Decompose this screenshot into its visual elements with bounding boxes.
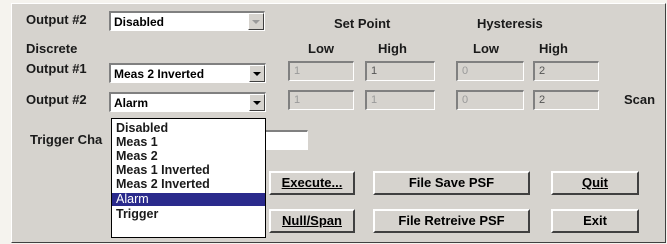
quit-button[interactable]: Quit [551, 171, 639, 195]
discrete-label: Discrete [26, 41, 78, 56]
dropdown-option-meas-1-inverted[interactable]: Meas 1 Inverted [112, 164, 265, 177]
file-save-psf-button[interactable]: File Save PSF [373, 171, 530, 195]
dropdown-option-meas-2[interactable]: Meas 2 [112, 150, 265, 163]
dropdown-option-meas-1[interactable]: Meas 1 [112, 136, 265, 149]
output2-setpoint-low-field[interactable]: 1 [288, 90, 354, 110]
exit-button[interactable]: Exit [551, 209, 639, 233]
output2-hysteresis-high-field[interactable]: 2 [533, 90, 599, 110]
file-save-psf-button-label: File Save PSF [408, 175, 495, 190]
output1-hysteresis-low-field[interactable]: 0 [456, 61, 524, 81]
file-retreive-psf-button[interactable]: File Retreive PSF [373, 209, 530, 233]
trigger-channel-label: Trigger Cha [30, 132, 103, 147]
chevron-down-icon [253, 72, 261, 76]
dropdown-option-disabled[interactable]: Disabled [112, 122, 265, 135]
output1-label: Output #1 [26, 61, 87, 76]
output1-setpoint-low-field[interactable]: 1 [288, 61, 354, 81]
output1-combo-dropdown-button[interactable] [249, 65, 265, 82]
dropdown-option-alarm[interactable]: Alarm [112, 193, 265, 206]
output1-hysteresis-high-field[interactable]: 2 [533, 61, 599, 81]
set-point-high-header: High [378, 41, 407, 56]
output2-top-combo-value: Disabled [114, 15, 165, 29]
output2-combo-value: Alarm [114, 96, 149, 110]
output2-top-label: Output #2 [26, 12, 87, 27]
execute-button[interactable]: Execute... [269, 171, 355, 195]
hysteresis-low-header: Low [473, 41, 499, 56]
execute-button-label: Execute... [281, 175, 343, 190]
output1-combo[interactable]: Meas 2 Inverted [109, 63, 266, 83]
output2-hysteresis-low-field[interactable]: 0 [456, 90, 524, 110]
output2-dropdown-list[interactable]: Disabled Meas 1 Meas 2 Meas 1 Inverted M… [111, 118, 266, 238]
set-point-heading: Set Point [334, 16, 391, 31]
hysteresis-high-header: High [539, 41, 568, 56]
null-span-button-label: Null/Span [282, 213, 342, 228]
hysteresis-heading: Hysteresis [477, 16, 543, 31]
output2-top-combo-dropdown-button[interactable] [248, 13, 264, 30]
output2-combo[interactable]: Alarm [109, 92, 266, 112]
quit-button-label: Quit [582, 175, 608, 190]
set-point-low-header: Low [308, 41, 334, 56]
scan-label: Scan [624, 92, 656, 107]
output2-combo-dropdown-button[interactable] [249, 94, 265, 111]
output2-setpoint-high-field[interactable]: 1 [365, 90, 435, 110]
chevron-down-icon [253, 101, 261, 105]
output1-setpoint-high-field[interactable]: 1 [365, 61, 435, 81]
output2-top-combo[interactable]: Disabled [109, 11, 265, 31]
output-settings-panel: Output #2 Disabled Set Point Hysteresis … [11, 3, 666, 243]
dropdown-option-trigger[interactable]: Trigger [112, 208, 265, 221]
exit-button-label: Exit [583, 213, 607, 228]
dropdown-option-meas-2-inverted[interactable]: Meas 2 Inverted [112, 178, 265, 191]
file-retreive-psf-button-label: File Retreive PSF [398, 213, 505, 228]
output1-combo-value: Meas 2 Inverted [114, 67, 205, 81]
chevron-down-icon [252, 20, 260, 24]
output2-label: Output #2 [26, 92, 87, 107]
null-span-button[interactable]: Null/Span [269, 209, 355, 233]
